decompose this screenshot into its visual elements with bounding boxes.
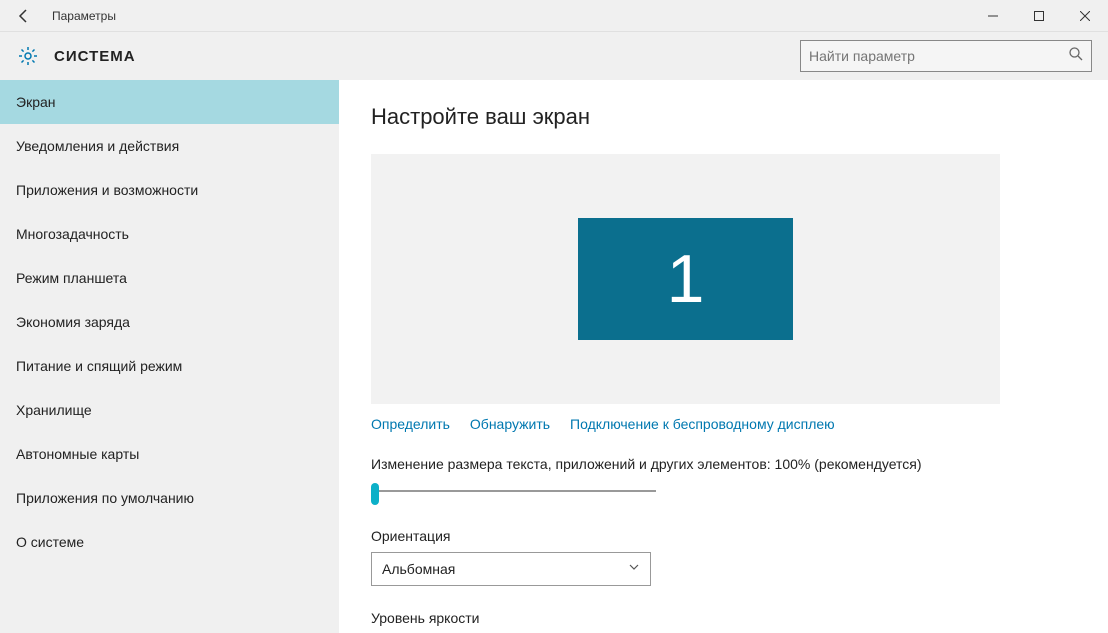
sidebar-item-10[interactable]: О системе: [0, 520, 339, 564]
orientation-select[interactable]: Альбомная: [371, 552, 651, 586]
slider-thumb[interactable]: [371, 483, 379, 505]
window-title: Параметры: [52, 9, 116, 23]
body: ЭкранУведомления и действияПриложения и …: [0, 80, 1108, 633]
sidebar-item-3[interactable]: Многозадачность: [0, 212, 339, 256]
scaling-label: Изменение размера текста, приложений и д…: [371, 456, 1076, 472]
monitor-1[interactable]: 1: [578, 218, 793, 340]
arrow-left-icon: [16, 8, 32, 24]
header-title: СИСТЕМА: [54, 48, 136, 65]
minimize-button[interactable]: [970, 0, 1016, 32]
sidebar-item-5[interactable]: Экономия заряда: [0, 300, 339, 344]
titlebar: Параметры: [0, 0, 1108, 32]
display-links: Определить Обнаружить Подключение к бесп…: [371, 416, 1076, 432]
window-controls: [970, 0, 1108, 32]
maximize-icon: [1034, 11, 1044, 21]
gear-icon: [16, 44, 40, 68]
sidebar-item-1[interactable]: Уведомления и действия: [0, 124, 339, 168]
wireless-link[interactable]: Подключение к беспроводному дисплею: [570, 416, 835, 432]
slider-track: [379, 490, 656, 492]
orientation-label: Ориентация: [371, 528, 1076, 544]
search-box[interactable]: [800, 40, 1092, 72]
page-title: Настройте ваш экран: [371, 104, 1076, 130]
monitor-number: 1: [667, 240, 705, 318]
sidebar-item-9[interactable]: Приложения по умолчанию: [0, 476, 339, 520]
sidebar-item-7[interactable]: Хранилище: [0, 388, 339, 432]
back-button[interactable]: [0, 0, 48, 32]
scaling-slider[interactable]: [371, 480, 656, 508]
orientation-value: Альбомная: [382, 561, 628, 577]
close-button[interactable]: [1062, 0, 1108, 32]
sidebar-item-2[interactable]: Приложения и возможности: [0, 168, 339, 212]
maximize-button[interactable]: [1016, 0, 1062, 32]
search-input[interactable]: [809, 48, 1069, 64]
detect-link[interactable]: Обнаружить: [470, 416, 550, 432]
header: СИСТЕМА: [0, 32, 1108, 80]
close-icon: [1080, 11, 1090, 21]
sidebar-item-4[interactable]: Режим планшета: [0, 256, 339, 300]
sidebar-item-0[interactable]: Экран: [0, 80, 339, 124]
display-preview[interactable]: 1: [371, 154, 1000, 404]
sidebar-item-8[interactable]: Автономные карты: [0, 432, 339, 476]
chevron-down-icon: [628, 560, 640, 578]
minimize-icon: [988, 11, 998, 21]
content: Настройте ваш экран 1 Определить Обнаруж…: [339, 80, 1108, 633]
sidebar-item-6[interactable]: Питание и спящий режим: [0, 344, 339, 388]
brightness-label: Уровень яркости: [371, 610, 1076, 626]
sidebar: ЭкранУведомления и действияПриложения и …: [0, 80, 339, 633]
identify-link[interactable]: Определить: [371, 416, 450, 432]
search-icon: [1069, 47, 1083, 66]
